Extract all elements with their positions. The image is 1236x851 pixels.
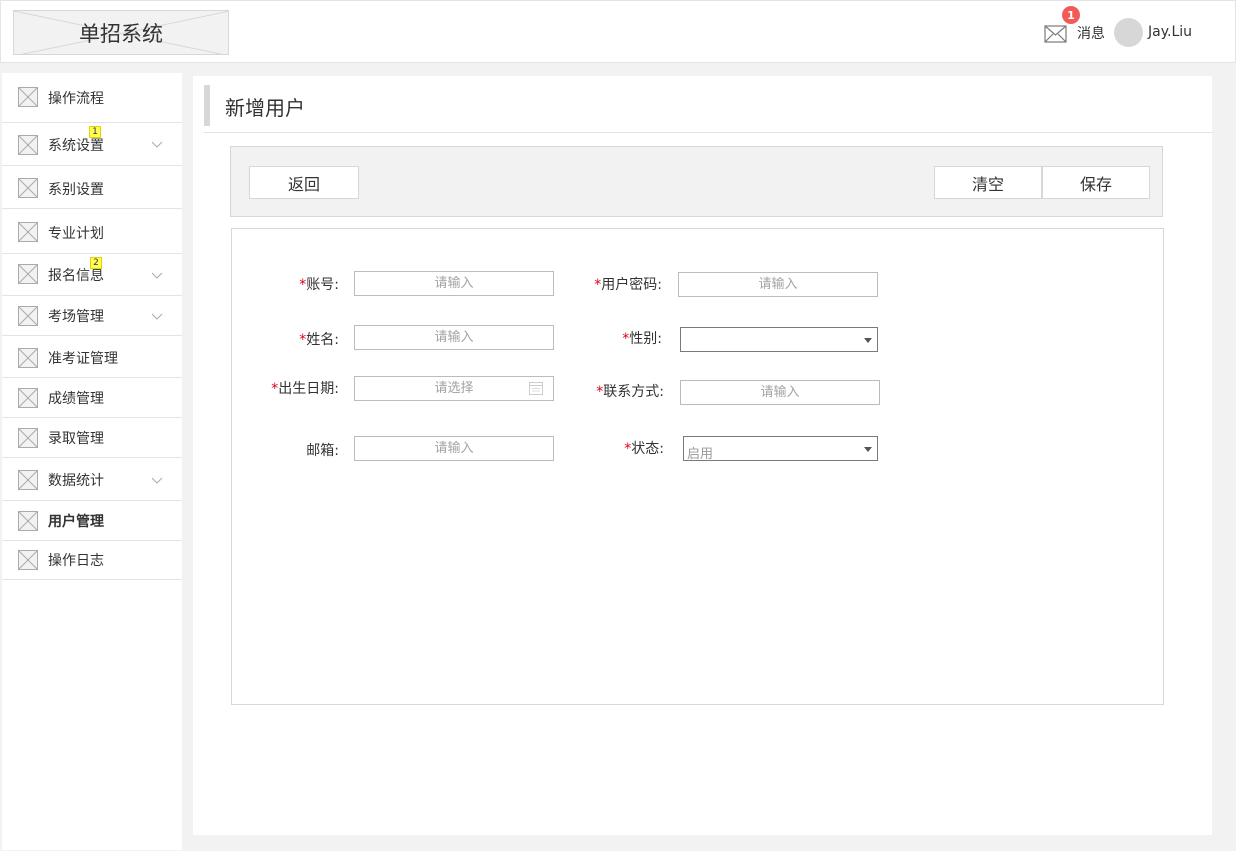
sidebar-item-label: 专业计划 — [48, 226, 104, 242]
title-accent-bar — [204, 85, 210, 126]
gender-select[interactable] — [680, 327, 878, 352]
system-logo[interactable]: 单招系统 — [13, 10, 229, 55]
image-placeholder-icon — [18, 428, 38, 448]
sidebar-item-label: 考场管理 — [48, 309, 104, 325]
sidebar-item-admission-ticket-management[interactable]: 准考证管理 — [2, 336, 182, 378]
email-label-text: 邮箱: — [306, 443, 339, 459]
status-select[interactable]: 启用 — [683, 436, 878, 462]
name-label: *姓名: — [299, 329, 339, 349]
back-button[interactable]: 返回 — [249, 166, 359, 199]
sidebar-item-major-plan[interactable]: 专业计划 — [2, 209, 182, 254]
chevron-down-icon[interactable] — [151, 141, 163, 149]
sidebar-item-label: 用户管理 — [48, 514, 104, 530]
image-placeholder-icon — [18, 178, 38, 198]
sidebar-item-admission-management[interactable]: 录取管理 — [2, 418, 182, 458]
name-input[interactable] — [354, 325, 554, 350]
status-select-value: 启用 — [687, 447, 714, 462]
contact-input[interactable] — [680, 380, 880, 405]
password-label-text: 用户密码: — [601, 277, 662, 293]
user-form: *账号: *用户密码: *姓名: *性别: *出生日期: — [231, 228, 1164, 705]
sidebar-item-label: 系别设置 — [48, 182, 104, 198]
sidebar-item-label: 操作流程 — [48, 91, 104, 107]
contact-label-text: 联系方式: — [603, 384, 664, 400]
image-placeholder-icon — [18, 388, 38, 408]
gender-label-text: 性别: — [629, 331, 662, 347]
image-placeholder-icon — [18, 222, 38, 242]
messages-count-badge: 1 — [1062, 6, 1080, 24]
chevron-down-icon[interactable] — [151, 313, 163, 321]
sidebar-item-score-management[interactable]: 成绩管理 — [2, 378, 182, 418]
status-label-text: 状态: — [631, 441, 664, 457]
page-title: 新增用户 — [225, 96, 305, 120]
sidebar-item-label: 操作日志 — [48, 553, 104, 569]
username[interactable]: Jay.Liu — [1148, 24, 1192, 40]
calendar-icon[interactable] — [529, 382, 543, 395]
birthdate-label-text: 出生日期: — [278, 381, 339, 397]
mail-icon — [1044, 25, 1067, 43]
account-label: *账号: — [299, 274, 339, 294]
email-input[interactable] — [354, 436, 554, 461]
sidebar-item-department-settings[interactable]: 系别设置 — [2, 166, 182, 209]
password-input[interactable] — [678, 272, 878, 297]
image-placeholder-icon — [18, 87, 38, 107]
account-label-text: 账号: — [306, 277, 339, 293]
account-input[interactable] — [354, 271, 554, 296]
image-placeholder-icon — [18, 550, 38, 570]
image-placeholder-icon — [18, 306, 38, 326]
caret-down-icon — [864, 338, 872, 343]
save-button[interactable]: 保存 — [1042, 166, 1150, 199]
chevron-down-icon[interactable] — [151, 272, 163, 280]
messages-button[interactable]: 1 消息 — [1044, 6, 1114, 47]
sidebar-item-operation-log[interactable]: 操作日志 — [2, 541, 182, 580]
caret-down-icon — [864, 447, 872, 452]
image-placeholder-icon — [18, 348, 38, 368]
birthdate-picker[interactable] — [354, 376, 554, 401]
clear-button[interactable]: 清空 — [934, 166, 1042, 199]
sidebar-item-label: 准考证管理 — [48, 351, 118, 367]
sidebar-nav: 操作流程 系统设置 1 系别设置 专业计划 报名信息 2 考场管理 准考证管理 … — [2, 73, 182, 850]
name-label-text: 姓名: — [306, 332, 339, 348]
sidebar-item-operation-flow[interactable]: 操作流程 — [2, 73, 182, 123]
form-toolbar: 返回 清空 保存 — [230, 146, 1163, 217]
chevron-down-icon[interactable] — [151, 477, 163, 485]
sidebar-item-exam-room-management[interactable]: 考场管理 — [2, 296, 182, 336]
image-placeholder-icon — [18, 511, 38, 531]
sidebar-item-label: 录取管理 — [48, 431, 104, 447]
email-label: 邮箱: — [306, 440, 339, 460]
top-header: 单招系统 1 消息 Jay.Liu — [0, 0, 1236, 63]
annotation-badge: 2 — [90, 257, 102, 269]
sidebar-item-label: 成绩管理 — [48, 391, 104, 407]
annotation-badge: 1 — [89, 126, 101, 138]
image-placeholder-icon — [18, 135, 38, 155]
image-placeholder-icon — [18, 470, 38, 490]
status-label: *状态: — [624, 438, 664, 458]
sidebar-item-registration-info[interactable]: 报名信息 2 — [2, 254, 182, 296]
image-placeholder-icon — [18, 264, 38, 284]
sidebar-item-user-management[interactable]: 用户管理 — [2, 501, 182, 541]
gender-label: *性别: — [622, 328, 662, 348]
sidebar-item-statistics[interactable]: 数据统计 — [2, 458, 182, 501]
sidebar-item-label: 数据统计 — [48, 473, 104, 489]
main-panel: 新增用户 返回 清空 保存 *账号: *用户密码: *姓名: *性别: *出生日… — [193, 76, 1212, 835]
messages-label: 消息 — [1077, 26, 1105, 42]
birthdate-label: *出生日期: — [271, 378, 339, 398]
password-label: *用户密码: — [594, 274, 662, 294]
sidebar-item-label: 系统设置 — [48, 138, 104, 154]
sidebar-item-system-settings[interactable]: 系统设置 1 — [2, 123, 182, 166]
logo-text: 单招系统 — [79, 21, 163, 46]
contact-label: *联系方式: — [596, 381, 664, 401]
user-avatar[interactable] — [1114, 18, 1143, 47]
page-title-bar: 新增用户 — [204, 76, 1212, 133]
